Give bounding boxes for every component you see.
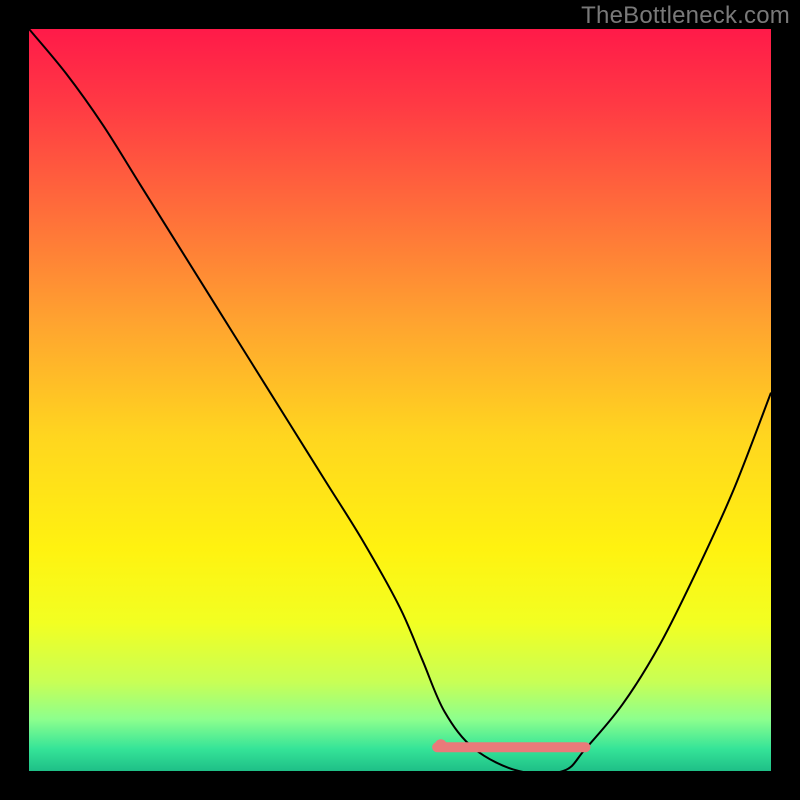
optimal-range-dot <box>435 739 447 751</box>
gradient-background <box>29 29 771 771</box>
chart-svg <box>29 29 771 771</box>
watermark-text: TheBottleneck.com <box>581 2 790 30</box>
chart-frame: TheBottleneck.com <box>0 0 800 800</box>
plot-area <box>29 29 771 771</box>
